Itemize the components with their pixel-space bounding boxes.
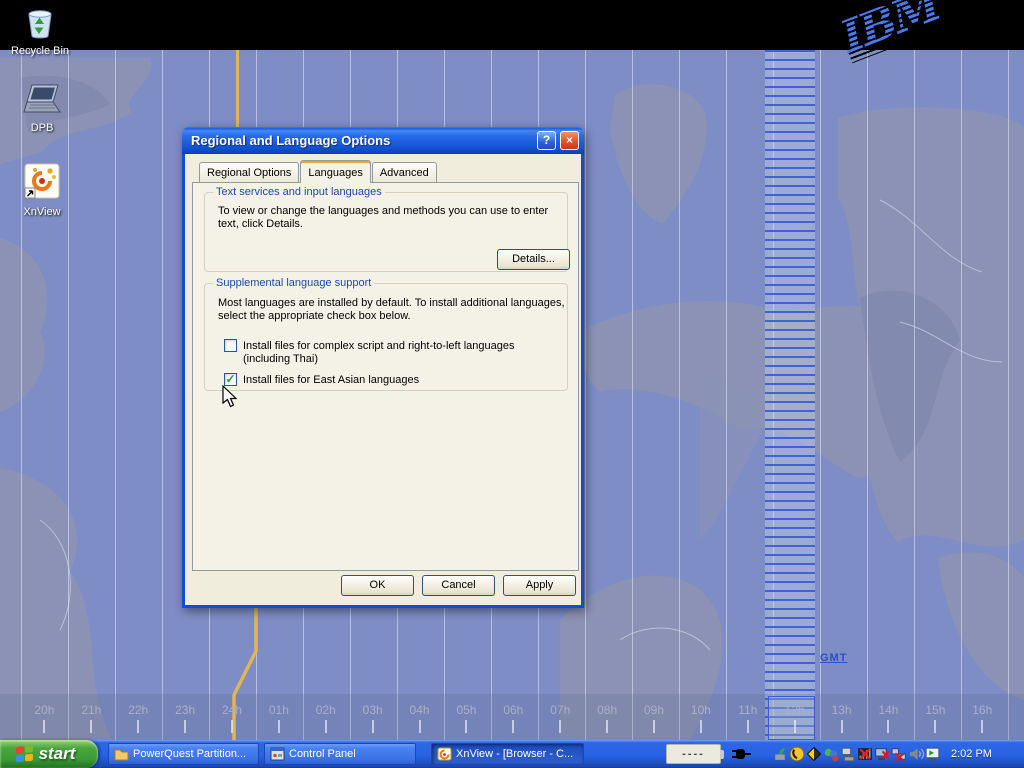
timezone-label: 10h [677,703,724,717]
tab-regional-options[interactable]: Regional Options [199,162,299,182]
groupbox-legend: Supplemental language support [213,277,374,289]
taskbar: start PowerQuest Partition... Control Pa… [0,740,1024,768]
power-plug-icon [730,746,752,762]
cancel-button[interactable]: Cancel [422,575,495,596]
help-button[interactable]: ? [537,131,556,150]
windows-flag-icon [15,744,34,764]
timezone-label: 09h [631,703,678,717]
task-label: PowerQuest Partition... [133,748,246,760]
text-services-groupbox: Text services and input languages To vie… [204,192,568,272]
top-black-band: IBM [0,0,1024,50]
control-panel-icon [270,747,285,761]
taskbar-task-powerquest[interactable]: PowerQuest Partition... [108,743,259,765]
timezone-label: 16h [959,703,1006,717]
details-button[interactable]: Details... [497,249,570,270]
checkmark-icon: ✓ [225,372,235,386]
timezone-label: 04h [396,703,443,717]
languages-tab-page: Text services and input languages To vie… [192,182,579,571]
timezone-label: 24h [209,703,256,717]
supplemental-description: Most languages are installed by default.… [218,297,570,323]
power-scheme-icon[interactable] [772,746,788,762]
checkbox-complex-script-label[interactable]: Install files for complex script and rig… [243,340,561,366]
mouse-cursor [222,385,240,409]
tab-advanced[interactable]: Advanced [372,162,437,182]
timezone-label: 01h [255,703,302,717]
timezone-scale: 20h 21h 22h 23h 24h 01h 02h 03h 04h 05h … [21,703,1006,733]
laptop-icon [22,82,62,116]
taskbar-clock[interactable]: 2:02 PM [951,748,992,760]
timezone-label: 03h [349,703,396,717]
taskbar-task-control-panel[interactable]: Control Panel [264,743,416,765]
phone-support-icon[interactable] [789,746,805,762]
desktop-icon-recycle-bin[interactable]: Recycle Bin [0,3,80,57]
display-error-icon[interactable] [874,746,890,762]
shortcut-arrow-icon [25,188,35,198]
start-label: start [39,744,84,764]
desktop-icon-label: DPB [2,122,82,134]
dialog-titlebar[interactable]: Regional and Language Options ? × [182,127,584,154]
network-computer-icon[interactable] [840,746,856,762]
xnview-icon [23,162,61,200]
signal-error-icon[interactable] [857,746,873,762]
dialog-title: Regional and Language Options [182,133,390,148]
display-settings-icon[interactable] [925,746,941,762]
timezone-label: 21h [68,703,115,717]
close-button[interactable]: × [560,131,579,150]
timezone-label: 13h [818,703,865,717]
folder-icon [114,747,129,761]
desktop-icon-label: Recycle Bin [0,45,80,57]
timezone-label: 07h [537,703,584,717]
text-services-description: To view or change the languages and meth… [218,205,560,231]
desktop-icon-xnview[interactable]: XnView [2,162,82,218]
ok-button[interactable]: OK [341,575,414,596]
timezone-label: 23h [162,703,209,717]
xnview-icon [437,747,452,761]
volume-icon[interactable] [908,746,924,762]
start-button[interactable]: start [0,740,98,768]
timezone-label: 22h [115,703,162,717]
task-label: Control Panel [289,748,356,760]
battery-meter-widget[interactable]: ---- [666,744,721,764]
timezone-label: 06h [490,703,537,717]
user-status-icon[interactable] [823,746,839,762]
task-label: XnView - [Browser - C... [456,748,573,760]
regional-language-options-dialog: Regional and Language Options ? × Region… [182,127,584,608]
checkbox-complex-script[interactable] [224,339,237,352]
supplemental-language-groupbox: Supplemental language support Most langu… [204,283,568,391]
timezone-label: 15h [912,703,959,717]
timezone-label: 14h [865,703,912,717]
network-error-icon[interactable] [891,746,907,762]
antivirus-icon[interactable] [806,746,822,762]
checkbox-east-asian-label[interactable]: Install files for East Asian languages [243,374,561,387]
desktop-icon-label: XnView [2,206,82,218]
tab-strip: Regional Options Languages Advanced [199,160,438,182]
timezone-label: 12h [771,703,818,717]
timezone-label: 08h [584,703,631,717]
recycle-bin-icon [20,3,60,39]
taskbar-task-xnview[interactable]: XnView - [Browser - C... [431,743,584,765]
timezone-label: 20h [21,703,68,717]
system-tray: 2:02 PM [772,740,992,768]
groupbox-legend: Text services and input languages [213,186,385,198]
desktop-icon-dpb[interactable]: DPB [2,82,82,134]
tab-languages[interactable]: Languages [300,160,370,183]
timezone-label: 02h [302,703,349,717]
apply-button[interactable]: Apply [503,575,576,596]
timezone-label: 11h [724,703,771,717]
timezone-label: 05h [443,703,490,717]
